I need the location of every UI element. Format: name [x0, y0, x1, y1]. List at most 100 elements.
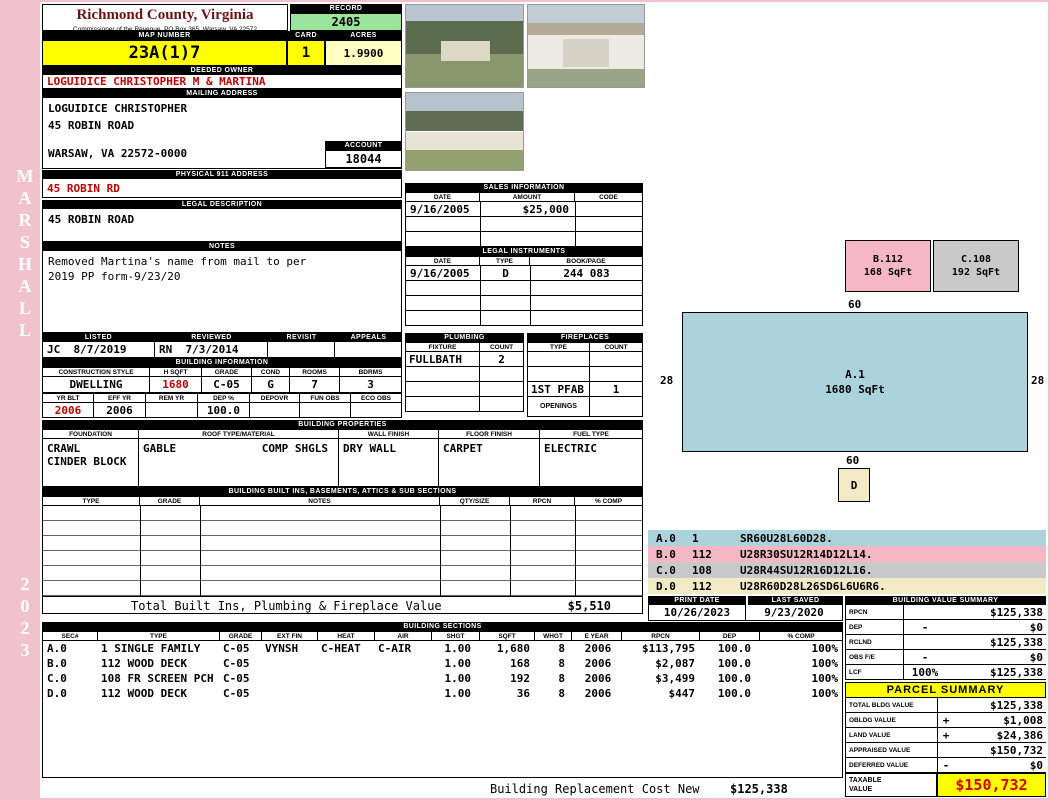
bvs-operator: 100%: [904, 665, 946, 679]
sketch-shape-a: A.1 1680 SqFt: [682, 312, 1028, 452]
table-row: 9/16/2005$25,000: [406, 202, 643, 217]
table-cell: 100.0: [701, 672, 761, 685]
parcel-label: LAND VALUE: [846, 728, 938, 742]
table-cell: 1ST PFAB: [528, 382, 590, 397]
parcel-summary-title: PARCEL SUMMARY: [845, 682, 1046, 698]
sales-table: 9/16/2005$25,000: [405, 202, 643, 247]
column-header: TYPE: [42, 496, 140, 506]
table-cell: 2: [480, 352, 524, 367]
table-cell: 100%: [761, 687, 842, 700]
revisit-value: [268, 342, 335, 358]
photo-house-front[interactable]: [405, 92, 524, 171]
heated-sqft-value: 1680: [150, 377, 202, 393]
table-cell: [406, 281, 481, 296]
table-cell: [481, 311, 531, 326]
depreciation-value: 100.0: [198, 403, 250, 418]
shape-a-name: A.1: [845, 368, 865, 381]
table-cell: [590, 352, 643, 367]
column-header: E YEAR: [572, 631, 622, 641]
column-header: ROOF TYPE/MATERIAL: [139, 429, 339, 439]
column-header: DEPOVR: [250, 393, 300, 403]
sketch-dim-bottom: 60: [846, 454, 859, 467]
mailing-line-2: 45 ROBIN ROAD: [48, 119, 134, 132]
legal-description-box: 45 ROBIN ROAD: [42, 209, 402, 242]
sketch-legend-row-d: D.0 112 U28R60D28L26SD6L6U6R6.: [648, 578, 1046, 594]
table-cell: $447: [623, 687, 701, 700]
legend-code: B.0: [648, 548, 692, 561]
column-header: TYPE: [480, 256, 530, 266]
building-information-title: BUILDING INFORMATION: [42, 358, 402, 367]
building-sections-title: BUILDING SECTIONS: [42, 622, 843, 631]
eco-obs-value: [351, 403, 402, 418]
table-cell: 9/16/2005: [406, 202, 481, 217]
table-cell: [481, 232, 576, 247]
table-cell: 100.0: [701, 687, 761, 700]
bvs-label: OBS F/E: [846, 650, 904, 664]
depovr-value: [250, 403, 300, 418]
table-cell: 2006: [573, 672, 623, 685]
photo-house-trees[interactable]: [405, 4, 524, 88]
building-info-values-row-1: DWELLING 1680 C-05 G 7 3: [42, 377, 402, 393]
fireplace-openings-row: OPENINGS: [527, 397, 643, 417]
table-cell: 100%: [761, 672, 842, 685]
bvs-operator: -: [904, 620, 946, 634]
construction-style-value: DWELLING: [42, 377, 150, 393]
table-cell: 8: [536, 657, 573, 670]
parcel-row-deferred: DEFERRED VALUE - $0: [845, 758, 1046, 773]
bvs-value: $125,338: [946, 605, 1046, 619]
notes-box: Removed Martina's name from mail to per …: [42, 251, 402, 333]
table-cell: D.0: [43, 687, 99, 700]
year-built-value: 2006: [42, 403, 94, 418]
bvs-row-lcf: LCF 100% $125,338: [845, 665, 1046, 680]
table-cell: 1,680: [481, 642, 536, 655]
table-cell: [531, 281, 643, 296]
table-cell: $25,000: [481, 202, 576, 217]
taxable-value-row: TAXABLE VALUE $150,732: [845, 773, 1046, 797]
table-row: 1ST PFAB1: [528, 382, 643, 397]
building-properties-values-row: CRAWL CINDER BLOCK GABLE COMP SHGLS DRY …: [42, 439, 643, 487]
table-cell: 8: [536, 672, 573, 685]
revisit-label: REVISIT: [268, 333, 335, 342]
bvs-operator: [904, 605, 946, 619]
table-cell: A.0: [43, 642, 99, 655]
bvs-value: $125,338: [946, 665, 1046, 679]
photo-garage-door: [563, 39, 609, 67]
replacement-cost-row: Building Replacement Cost New $125,338: [42, 780, 843, 798]
photo-lawn: [406, 150, 523, 170]
table-cell: C-05: [221, 642, 263, 655]
roof-value: GABLE COMP SHGLS: [139, 439, 339, 487]
table-cell: 100.0: [701, 642, 761, 655]
parcel-label: TOTAL BLDG VALUE: [846, 698, 938, 712]
photo-garage[interactable]: [527, 4, 645, 88]
county-title: Richmond County, Virginia: [43, 7, 287, 24]
column-header: % COMP: [760, 631, 843, 641]
parcel-operator: +: [938, 728, 954, 742]
record-label: RECORD: [290, 4, 402, 13]
account-value: 18044: [325, 150, 402, 168]
building-sections-header-row: SEC# TYPE GRADE EXT FIN HEAT AIR SHGT SQ…: [42, 631, 843, 641]
legal-instruments-title: LEGAL INSTRUMENTS: [405, 247, 643, 256]
effective-year-value: 2006: [94, 403, 146, 418]
built-ins-empty-grid: [42, 506, 643, 597]
column-header: COND: [252, 367, 290, 377]
table-cell: C.0: [43, 672, 99, 685]
column-header: GRADE: [202, 367, 252, 377]
table-row: [406, 232, 643, 247]
legend-path: U28R44SU12R16D12L16.: [740, 564, 872, 577]
table-cell: 8: [536, 642, 573, 655]
table-cell: 112 WOOD DECK: [99, 687, 221, 700]
physical-address-value: 45 ROBIN RD: [42, 179, 402, 198]
notes-line-1: Removed Martina's name from mail to per: [48, 255, 306, 268]
rooms-value: 7: [290, 377, 340, 393]
acres-label: ACRES: [325, 31, 402, 40]
column-header: CONSTRUCTION STYLE: [42, 367, 150, 377]
shape-c-name: C.108: [961, 254, 991, 265]
column-header: SEC#: [42, 631, 98, 641]
table-row: [406, 397, 524, 412]
table-cell: 100%: [761, 657, 842, 670]
table-cell: $113,795: [623, 642, 701, 655]
shape-b-name: B.112: [873, 254, 903, 265]
table-cell: [406, 217, 481, 232]
plumbing-title: PLUMBING: [405, 333, 524, 342]
table-cell: 1.00: [433, 642, 481, 655]
